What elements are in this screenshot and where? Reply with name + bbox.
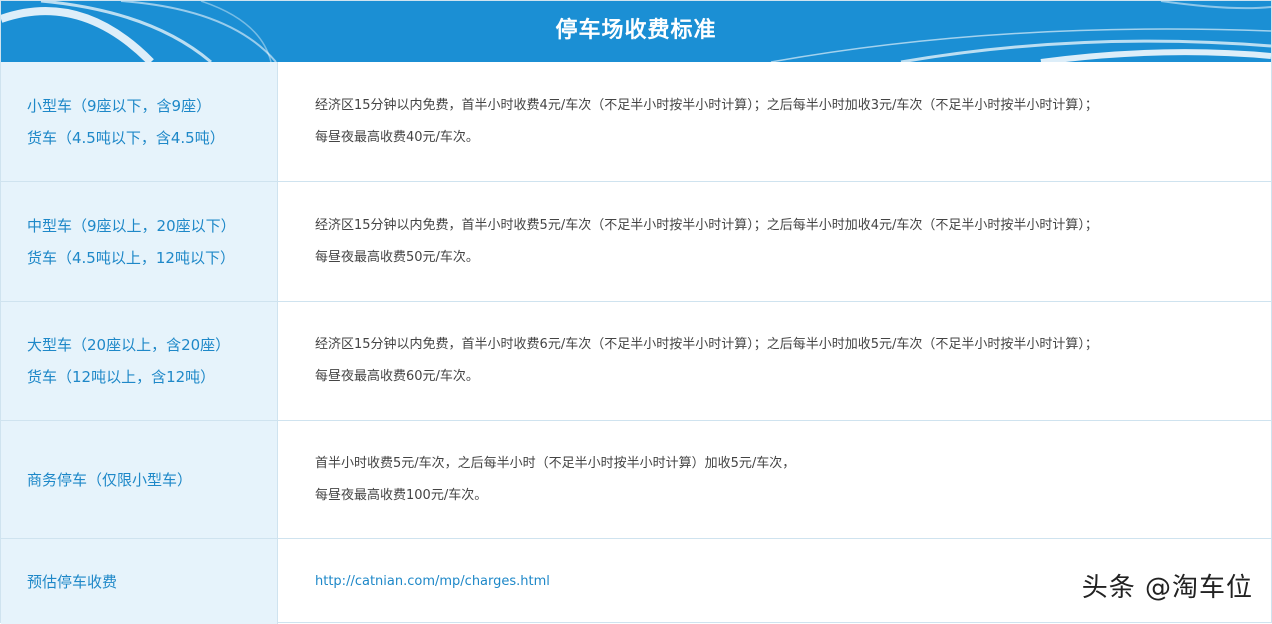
fee-text: 每昼夜最高收费60元/车次。 (315, 369, 479, 384)
fee-description-cell: 经济区15分钟以内免费，首半小时收费5元/车次（不足半小时按半小时计算）；之后每… (278, 182, 1271, 301)
fee-text: 经济区15分钟以内免费，首半小时收费5元/车次（不足半小时按半小时计算）；之后每… (315, 217, 1098, 233)
estimate-fee-label: 预估停车收费 (27, 572, 118, 591)
fee-text: 经济区15分钟以内免费，首半小时收费4元/车次（不足半小时按半小时计算）；之后每… (315, 97, 1098, 113)
page-title: 停车场收费标准 (555, 18, 717, 43)
vehicle-type-label: 货车（12吨以上，含12吨） (27, 368, 216, 386)
table-row: 商务停车（仅限小型车） 首半小时收费5元/车次，之后每半小时（不足半小时按半小时… (1, 420, 1271, 538)
fee-text: 每昼夜最高收费100元/车次。 (315, 487, 488, 503)
vehicle-type-cell: 小型车（9座以下，含9座） 货车（4.5吨以下，含4.5吨） (1, 62, 278, 181)
estimate-fee-link[interactable]: http://catnian.com/mp/charges.html (315, 574, 550, 589)
vehicle-type-label: 大型车（20座以上，含20座） (27, 336, 231, 354)
fee-standard-page: 停车场收费标准 小型车（9座以下，含9座） 货车（4.5吨以下，含4.5吨） 经… (0, 0, 1272, 624)
vehicle-type-label: 货车（4.5吨以上，12吨以下） (27, 248, 235, 267)
fee-text: 每昼夜最高收费50元/车次。 (315, 249, 479, 265)
vehicle-type-label: 小型车（9座以下，含9座） (27, 96, 212, 115)
vehicle-type-label: 中型车（9座以上，20座以下） (27, 216, 236, 235)
fee-text: 经济区15分钟以内免费，首半小时收费6元/车次（不足半小时按半小时计算）；之后每… (315, 337, 1098, 352)
table-row: 小型车（9座以下，含9座） 货车（4.5吨以下，含4.5吨） 经济区15分钟以内… (1, 62, 1271, 181)
fee-description-cell: 首半小时收费5元/车次，之后每半小时（不足半小时按半小时计算）加收5元/车次， … (278, 421, 1271, 538)
fee-description-cell: 经济区15分钟以内免费，首半小时收费4元/车次（不足半小时按半小时计算）；之后每… (278, 62, 1271, 181)
table-row: 大型车（20座以上，含20座） 货车（12吨以上，含12吨） 经济区15分钟以内… (1, 301, 1271, 420)
table-row: 中型车（9座以上，20座以下） 货车（4.5吨以上，12吨以下） 经济区15分钟… (1, 181, 1271, 301)
watermark: 头条 @淘车位 (1081, 573, 1253, 603)
vehicle-type-cell: 大型车（20座以上，含20座） 货车（12吨以上，含12吨） (1, 302, 278, 420)
table-row: 预估停车收费 http://catnian.com/mp/charges.htm… (1, 538, 1271, 624)
fee-text: 每昼夜最高收费40元/车次。 (315, 129, 479, 145)
fee-text: 首半小时收费5元/车次，之后每半小时（不足半小时按半小时计算）加收5元/车次， (315, 455, 796, 471)
vehicle-type-label: 货车（4.5吨以下，含4.5吨） (27, 128, 225, 147)
vehicle-type-cell: 预估停车收费 (1, 539, 278, 624)
fee-description-cell: 经济区15分钟以内免费，首半小时收费6元/车次（不足半小时按半小时计算）；之后每… (278, 302, 1271, 420)
vehicle-type-cell: 中型车（9座以上，20座以下） 货车（4.5吨以上，12吨以下） (1, 182, 278, 301)
header-banner: 停车场收费标准 (1, 1, 1271, 62)
vehicle-type-label: 商务停车（仅限小型车） (27, 470, 193, 489)
vehicle-type-cell: 商务停车（仅限小型车） (1, 421, 278, 538)
fee-table: 小型车（9座以下，含9座） 货车（4.5吨以下，含4.5吨） 经济区15分钟以内… (1, 62, 1271, 624)
